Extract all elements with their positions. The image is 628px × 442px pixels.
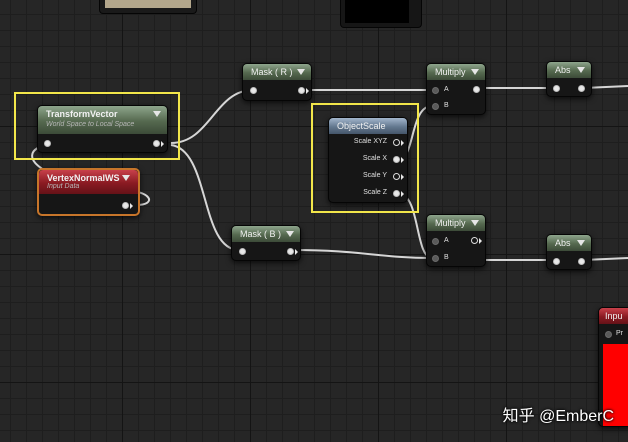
wire-transform-to-mask-r (170, 89, 254, 144)
multiply-top-output-pin[interactable] (473, 86, 480, 93)
multiply-bottom-node[interactable]: Multiply A B (426, 214, 486, 267)
output-arrow-icon (401, 140, 404, 146)
output-arrow-icon (295, 249, 298, 255)
vertex-normal-ws-output-pin[interactable] (122, 202, 129, 209)
abs-top-input-pin[interactable] (553, 85, 560, 92)
scale-xyz-label: Scale XYZ (353, 138, 387, 145)
mask-r-node[interactable]: Mask ( R ) (242, 63, 312, 101)
multiply-top-input-b-pin[interactable] (432, 103, 439, 110)
chevron-down-icon[interactable] (577, 240, 585, 246)
abs-top-title: Abs (555, 65, 571, 75)
multiply-bottom-title: Multiply (435, 218, 466, 228)
abs-bottom-header[interactable]: Abs (547, 235, 591, 251)
mask-r-output-pin[interactable] (298, 87, 305, 94)
multiply-bottom-input-a-label: A (444, 237, 449, 244)
abs-top-output-pin[interactable] (578, 85, 585, 92)
vertex-normal-ws-subtitle: Input Data (47, 183, 80, 190)
chevron-down-icon[interactable] (471, 69, 479, 75)
abs-top-node[interactable]: Abs (546, 61, 592, 97)
wire-transform-to-mask-b (170, 144, 240, 251)
object-scale-title: ObjectScale (337, 121, 386, 131)
mask-b-node[interactable]: Mask ( B ) (231, 225, 301, 261)
input-node-header[interactable]: Inpu (599, 308, 628, 324)
multiply-bottom-header[interactable]: Multiply (427, 215, 485, 231)
mask-b-header[interactable]: Mask ( B ) (232, 226, 300, 242)
output-arrow-icon (401, 157, 404, 163)
scale-y-output-pin[interactable] (393, 173, 400, 180)
abs-bottom-input-pin[interactable] (553, 258, 560, 265)
output-arrow-icon (161, 141, 164, 147)
abs-bottom-node[interactable]: Abs (546, 234, 592, 270)
output-arrow-icon (479, 238, 482, 244)
wire-connections (31, 85, 628, 261)
chevron-down-icon[interactable] (122, 175, 130, 181)
chevron-down-icon[interactable] (286, 231, 294, 237)
chevron-down-icon[interactable] (297, 69, 305, 75)
scale-xyz-output-pin[interactable] (393, 139, 400, 146)
multiply-top-node[interactable]: Multiply A B (426, 63, 486, 115)
output-arrow-icon (306, 88, 309, 94)
output-arrow-icon (130, 203, 133, 209)
chevron-down-icon[interactable] (471, 220, 479, 226)
multiply-bottom-input-a-pin[interactable] (432, 238, 439, 245)
multiply-top-input-a-pin[interactable] (432, 87, 439, 94)
output-arrow-icon (401, 191, 404, 197)
abs-bottom-title: Abs (555, 238, 571, 248)
transform-vector-output-pin[interactable] (153, 140, 160, 147)
multiply-top-title: Multiply (435, 67, 466, 77)
output-arrow-icon (401, 174, 404, 180)
object-scale-node[interactable]: ObjectScale Scale XYZ Scale X Scale Y Sc… (328, 117, 408, 203)
node-preview-fragment (340, 0, 422, 28)
transform-vector-subtitle: World Space to Local Space (46, 121, 135, 128)
scale-y-label: Scale Y (363, 172, 387, 179)
scale-z-output-pin[interactable] (393, 190, 400, 197)
multiply-top-input-a-label: A (444, 86, 449, 93)
chevron-down-icon[interactable] (153, 111, 161, 117)
scale-z-label: Scale Z (363, 189, 387, 196)
object-scale-header[interactable]: ObjectScale (329, 118, 407, 134)
transform-vector-node[interactable]: TransformVector World Space to Local Spa… (37, 105, 168, 153)
input-node-title: Inpu (605, 311, 623, 321)
mask-r-header[interactable]: Mask ( R ) (243, 64, 311, 80)
texture-preview-fragment (99, 0, 197, 14)
transform-vector-header[interactable]: TransformVector World Space to Local Spa… (38, 106, 167, 134)
input-node-pin[interactable] (605, 331, 612, 338)
chevron-down-icon[interactable] (577, 67, 585, 73)
mask-b-output-pin[interactable] (287, 248, 294, 255)
abs-top-header[interactable]: Abs (547, 62, 591, 78)
mask-r-input-pin[interactable] (250, 87, 257, 94)
mask-b-title: Mask ( B ) (240, 229, 282, 239)
abs-bottom-output-pin[interactable] (578, 258, 585, 265)
mask-r-title: Mask ( R ) (251, 67, 293, 77)
multiply-bottom-input-b-label: B (444, 254, 449, 261)
vertex-normal-ws-node[interactable]: VertexNormalWS Input Data (37, 168, 140, 216)
multiply-top-input-b-label: B (444, 102, 449, 109)
multiply-top-header[interactable]: Multiply (427, 64, 485, 80)
multiply-bottom-output-pin[interactable] (471, 237, 478, 244)
scale-x-output-pin[interactable] (393, 156, 400, 163)
multiply-bottom-input-b-pin[interactable] (432, 255, 439, 262)
watermark-text: 知乎 @EmberC (502, 408, 614, 425)
vertex-normal-ws-header[interactable]: VertexNormalWS Input Data (39, 170, 138, 194)
wire-mask-b-to-multiply-b (293, 249, 433, 259)
transform-vector-input-pin[interactable] (44, 140, 51, 147)
input-node-pin-label: Pr (616, 330, 623, 337)
mask-b-input-pin[interactable] (239, 248, 246, 255)
material-graph-canvas[interactable]: TransformVector World Space to Local Spa… (0, 0, 628, 442)
scale-x-label: Scale X (362, 155, 387, 162)
